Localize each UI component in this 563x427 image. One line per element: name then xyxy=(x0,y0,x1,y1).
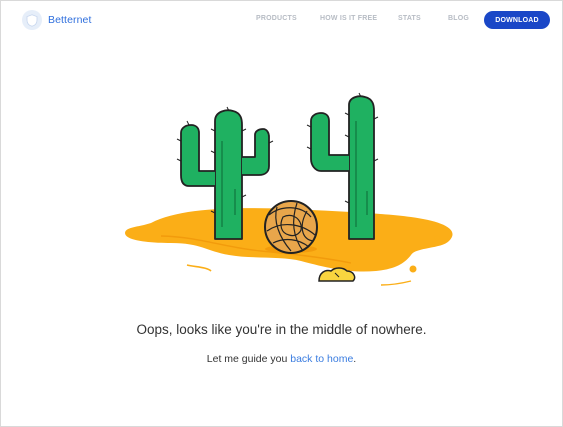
back-to-home-link[interactable]: back to home xyxy=(290,353,353,365)
guide-prefix: Let me guide you xyxy=(206,353,291,365)
error-page: Betternet PRODUCTS HOW IS IT FREE STATS … xyxy=(0,0,563,427)
sand-dash xyxy=(380,280,412,286)
sand-dot xyxy=(434,235,440,241)
sand-dot xyxy=(133,232,139,238)
tumbleweed xyxy=(264,200,318,254)
sand-dot xyxy=(409,265,417,273)
sand-dash xyxy=(186,264,212,272)
guide-suffix: . xyxy=(353,353,357,365)
error-message: Oops, looks like you're in the middle of… xyxy=(136,322,427,337)
guide-text: Let me guide you back to home. xyxy=(1,353,562,365)
cactus-desert-illustration xyxy=(125,92,453,286)
